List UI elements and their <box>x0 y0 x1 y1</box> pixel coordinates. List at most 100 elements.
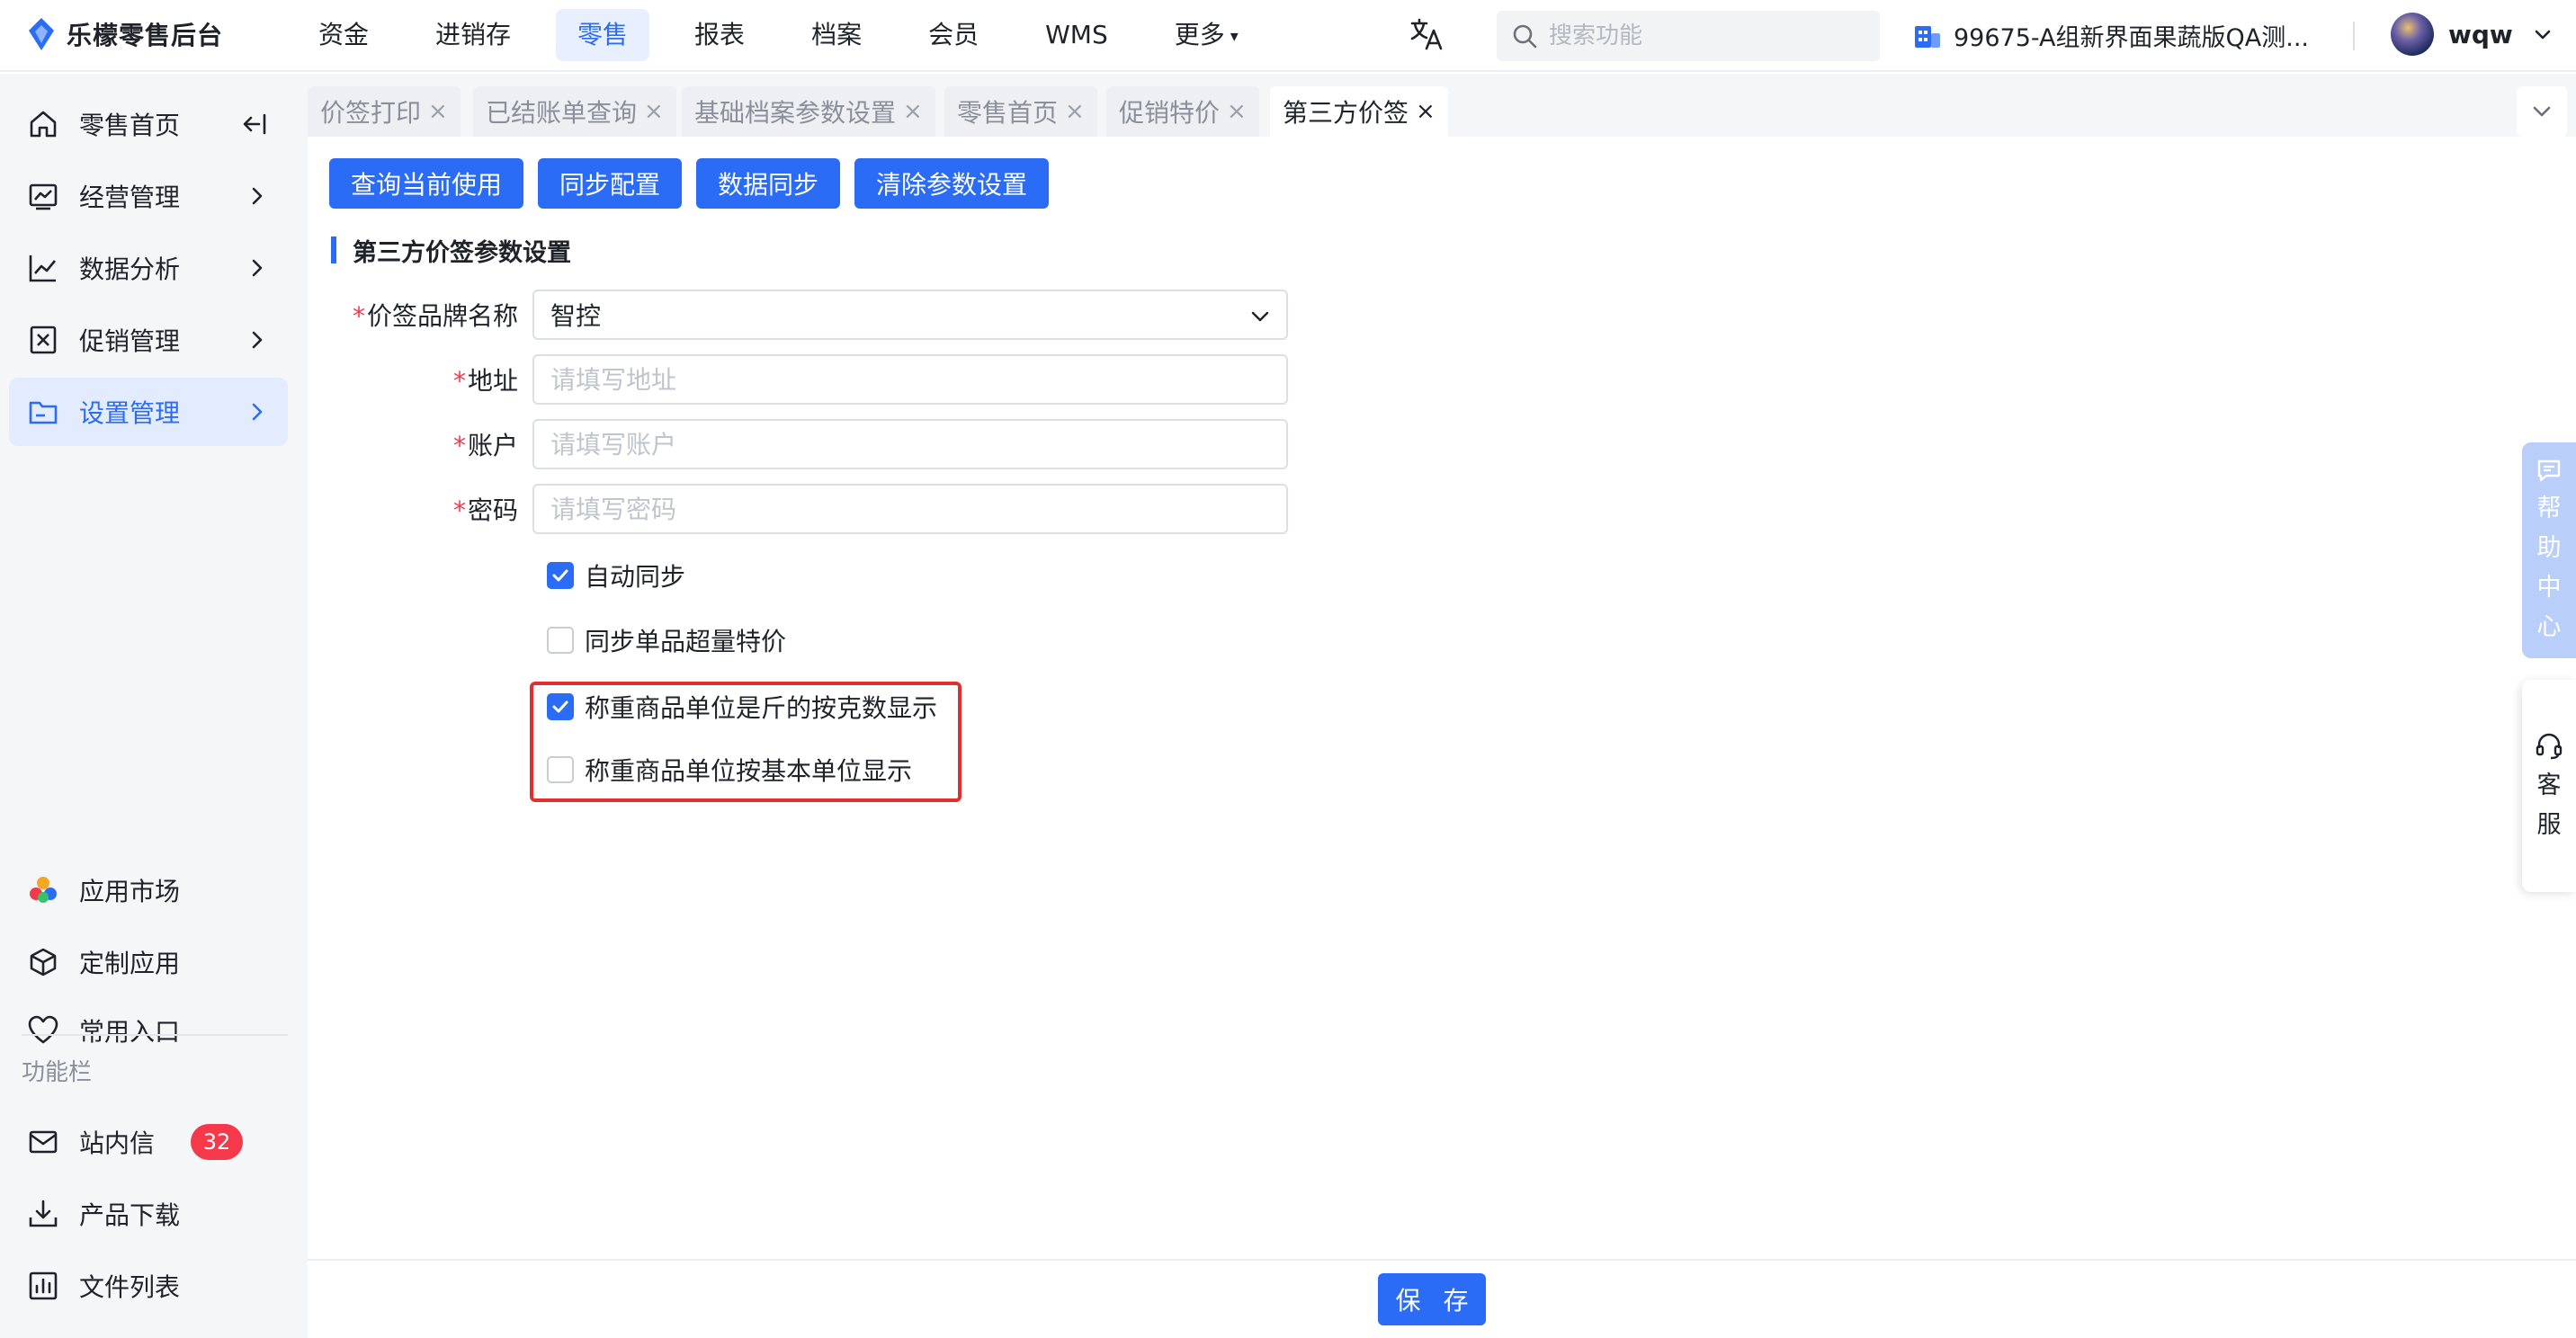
tab-list-dropdown[interactable] <box>2517 86 2567 137</box>
close-icon[interactable]: × <box>1416 98 1436 125</box>
close-icon[interactable]: × <box>428 98 448 125</box>
sidebar-item-favorites[interactable]: 常用入口 <box>9 1000 288 1061</box>
checkbox-unchecked[interactable] <box>547 627 574 654</box>
password-label: *密码 <box>308 491 532 527</box>
sidebar-item-downloads[interactable]: 产品下载 <box>9 1180 288 1248</box>
sidebar-item-app-market[interactable]: 应用市场 <box>9 856 288 924</box>
nav-item-retail[interactable]: 零售 <box>556 9 650 61</box>
address-input[interactable] <box>532 354 1288 405</box>
auto-sync-checkbox[interactable]: 自动同步 <box>547 558 685 593</box>
nav-item-more[interactable]: 更多 ▾ <box>1153 9 1260 61</box>
account-input[interactable] <box>532 419 1288 469</box>
tab-retail-home[interactable]: 零售首页 × <box>944 86 1097 137</box>
checkbox-checked[interactable] <box>547 562 574 589</box>
download-icon <box>29 1200 58 1227</box>
data-sync-button[interactable]: 数据同步 <box>696 158 841 209</box>
close-icon[interactable]: × <box>1227 98 1247 125</box>
required-mark: * <box>452 495 466 525</box>
main-area: 价签打印 × 已结账单查询 × 基础档案参数设置 × 零售首页 × 促销特价 × 第三方价… <box>308 74 2576 1338</box>
query-current-button[interactable]: 查询当前使用 <box>329 158 524 209</box>
nav-item-archives[interactable]: 档案 <box>790 9 883 61</box>
sidebar-section-title: 功能栏 <box>22 1059 93 1086</box>
account-row: *账户 <box>308 419 1288 469</box>
nav-item-members[interactable]: 会员 <box>907 9 1000 61</box>
save-button[interactable]: 保 存 <box>1378 1273 1486 1325</box>
chevron-right-icon <box>252 403 263 421</box>
collapse-sidebar-icon[interactable] <box>241 112 268 137</box>
nav-label: 档案 <box>811 20 863 49</box>
checkbox-label: 称重商品单位是斤的按克数显示 <box>585 693 938 723</box>
nav-item-inventory[interactable]: 进销存 <box>414 9 532 61</box>
tab-bar: 价签打印 × 已结账单查询 × 基础档案参数设置 × 零售首页 × 促销特价 × 第三方价… <box>308 74 2576 137</box>
address-label: *地址 <box>308 361 532 397</box>
close-icon[interactable]: × <box>1065 98 1085 125</box>
tab-label: 基础档案参数设置 <box>694 98 897 128</box>
sync-config-button[interactable]: 同步配置 <box>538 158 683 209</box>
avatar[interactable] <box>2391 13 2434 56</box>
translate-icon[interactable] <box>1409 16 1445 52</box>
cube-icon <box>30 948 57 977</box>
tab-settled-bills[interactable]: 已结账单查询 × <box>473 86 676 137</box>
sidebar-divider <box>22 1034 288 1036</box>
sidebar: 零售首页 经营管理 数据分析 促销管理 设置管理 应用市场 定制应用 常用入口 … <box>0 74 308 1338</box>
checkmark-icon <box>552 700 568 713</box>
folder-icon <box>29 401 58 424</box>
sidebar-item-retail-home[interactable]: 零售首页 <box>9 90 288 158</box>
sidebar-item-label: 设置管理 <box>79 398 181 428</box>
clear-params-button[interactable]: 清除参数设置 <box>854 158 1050 209</box>
help-center-panel[interactable]: 帮助中心 <box>2522 442 2576 658</box>
sidebar-item-messages[interactable]: 站内信 32 <box>9 1108 288 1176</box>
checkbox-label: 同步单品超量特价 <box>585 627 787 656</box>
tab-label: 第三方价签 <box>1283 98 1409 128</box>
chat-icon <box>2537 459 2561 482</box>
tab-base-archive-params[interactable]: 基础档案参数设置 × <box>682 86 935 137</box>
search-input[interactable] <box>1549 22 1855 49</box>
section-header: 第三方价签参数设置 <box>331 236 571 267</box>
close-icon[interactable]: × <box>644 98 664 125</box>
jin-to-gram-checkbox[interactable]: 称重商品单位是斤的按克数显示 <box>547 689 937 725</box>
tab-price-label-print[interactable]: 价签打印 × <box>308 86 461 137</box>
checkbox-unchecked[interactable] <box>547 756 574 783</box>
sync-overquantity-price-checkbox[interactable]: 同步单品超量特价 <box>547 622 786 658</box>
business-icon <box>29 183 58 210</box>
org-selector[interactable]: 99675-A组新界面果蔬版QA测... <box>1912 18 2309 53</box>
search-box[interactable] <box>1497 11 1880 61</box>
brand-select[interactable]: 智控 <box>532 290 1288 340</box>
account-label: *账户 <box>308 426 532 462</box>
customer-service-panel[interactable]: 客服 <box>2522 680 2576 892</box>
sidebar-item-label: 常用入口 <box>79 1017 181 1047</box>
sidebar-item-label: 零售首页 <box>79 111 181 140</box>
sidebar-item-business[interactable]: 经营管理 <box>9 162 288 230</box>
password-input[interactable] <box>532 484 1288 534</box>
app-logo[interactable]: 乐檬零售后台 <box>25 16 223 52</box>
tab-third-party-price-label[interactable]: 第三方价签 × <box>1270 86 1448 137</box>
top-bar: 乐檬零售后台 资金 进销存 零售 报表 档案 会员 WMS 更多 ▾ 99675-… <box>0 0 2576 72</box>
chevron-down-icon <box>2535 30 2551 40</box>
heart-icon <box>28 1015 58 1044</box>
caret-down-icon: ▾ <box>1230 27 1239 46</box>
tab-promo-special-price[interactable]: 促销特价 × <box>1106 86 1259 137</box>
chart-icon <box>29 255 57 282</box>
sidebar-item-file-list[interactable]: 文件列表 <box>9 1252 288 1320</box>
nav-label: 零售 <box>577 20 629 49</box>
sidebar-item-data-analysis[interactable]: 数据分析 <box>9 234 288 302</box>
address-row: *地址 <box>308 354 1288 405</box>
sidebar-item-promotion[interactable]: 促销管理 <box>9 306 288 374</box>
checkbox-checked[interactable] <box>547 693 574 720</box>
nav-item-reports[interactable]: 报表 <box>673 9 766 61</box>
password-row: *密码 <box>308 484 1288 534</box>
nav-label: WMS <box>1045 20 1108 49</box>
user-menu[interactable]: wqw <box>2391 13 2553 56</box>
chevron-right-icon <box>252 331 263 349</box>
nav-item-wms[interactable]: WMS <box>1024 9 1130 61</box>
base-unit-display-checkbox[interactable]: 称重商品单位按基本单位显示 <box>547 752 912 788</box>
sidebar-item-label: 促销管理 <box>79 326 181 356</box>
nav-label: 会员 <box>928 20 979 49</box>
close-icon[interactable]: × <box>903 98 923 125</box>
nav-item-funds[interactable]: 资金 <box>297 9 390 61</box>
unread-count-badge: 32 <box>191 1124 243 1160</box>
sidebar-item-settings[interactable]: 设置管理 <box>9 378 288 446</box>
sidebar-item-custom-apps[interactable]: 定制应用 <box>9 928 288 996</box>
sidebar-item-label: 数据分析 <box>79 254 181 284</box>
user-name: wqw <box>2448 19 2513 49</box>
